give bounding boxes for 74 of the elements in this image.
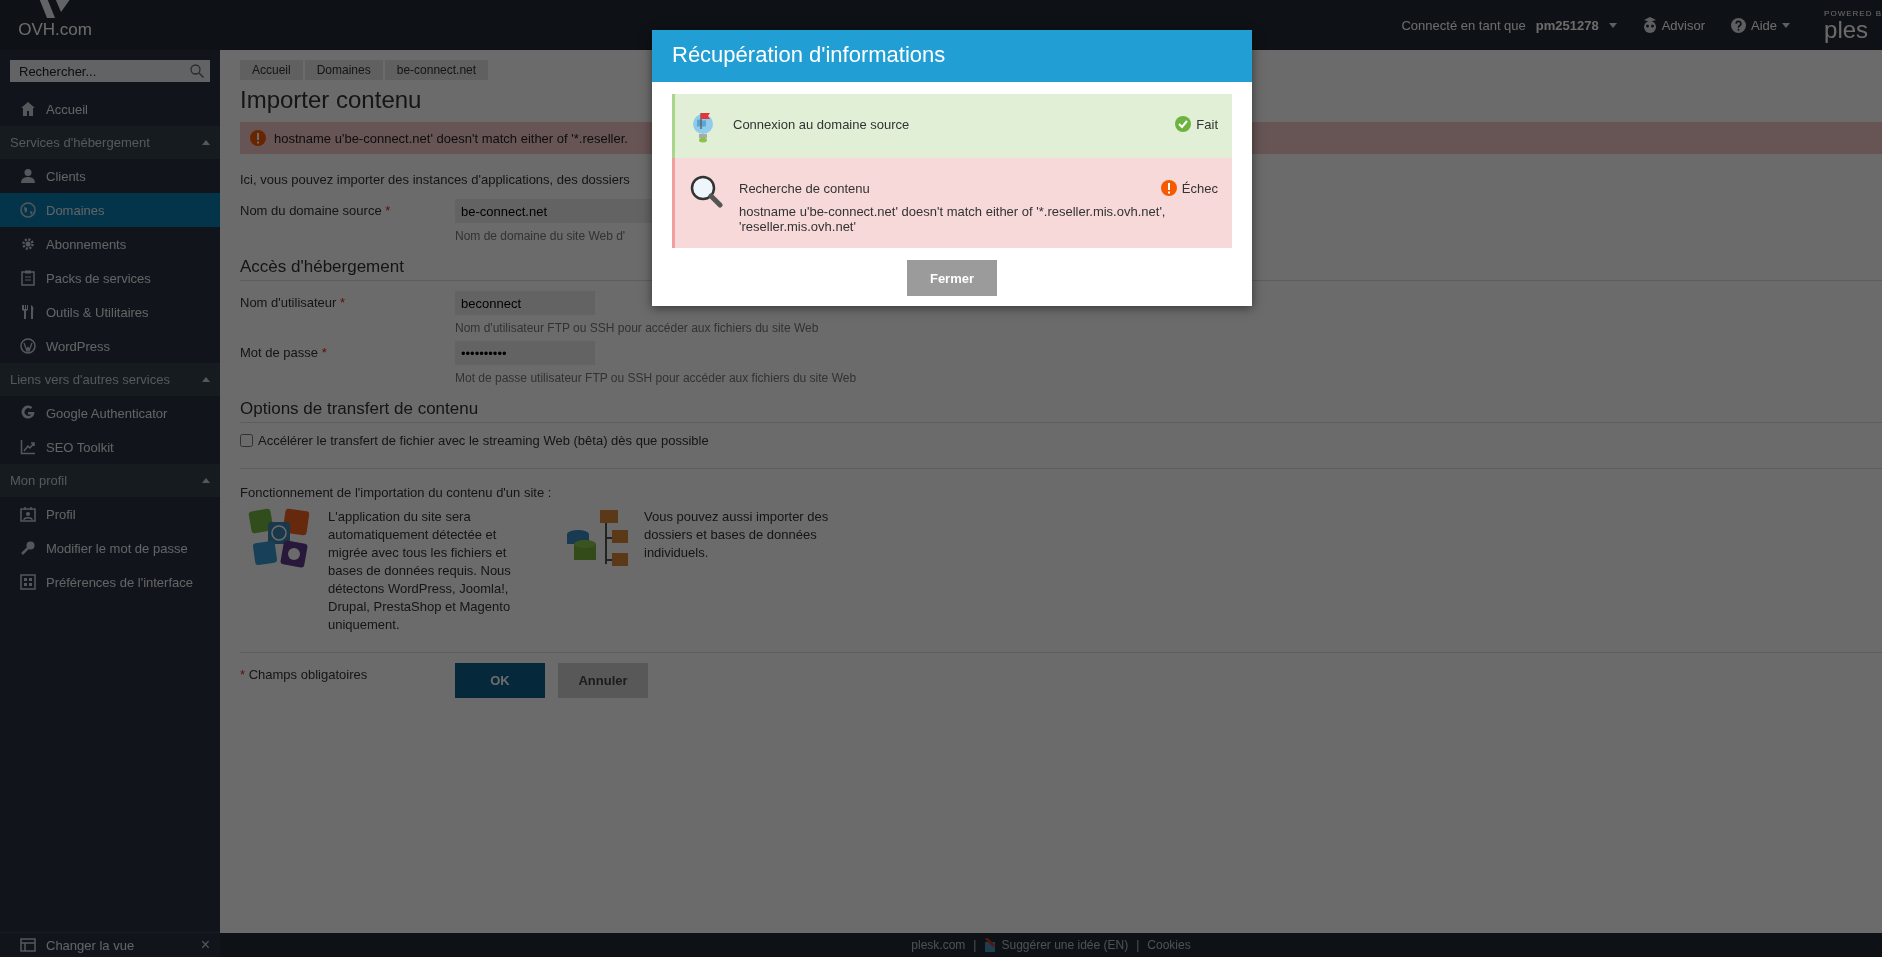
password-field[interactable]: •••••••••• (455, 341, 595, 365)
owl-icon (1642, 17, 1657, 33)
sidebar-item[interactable]: Domaines (0, 193, 220, 227)
field-hint: Nom d'utilisateur FTP ou SSH pour accéder aux fichiers du site Web (455, 321, 819, 335)
breadcrumb-link[interactable]: Accueil (240, 60, 303, 80)
ok-button[interactable]: OK (455, 663, 545, 698)
warning-icon (1160, 180, 1177, 196)
field-label: Nom d'utilisateur * (240, 294, 347, 310)
description-text: Vous pouvez aussi importer des dossiers et bases de données individuels. (644, 508, 830, 562)
wordpress-icon (20, 338, 36, 354)
breadcrumb-link[interactable]: be-connect.net (384, 60, 489, 80)
field-label: Nom du domaine source * (240, 202, 392, 218)
user-menu[interactable]: pm251278 (1535, 17, 1599, 33)
close-button[interactable]: × (200, 936, 210, 954)
status-text: Échec (1181, 180, 1218, 196)
user-label: Connecté en tant que (1401, 17, 1526, 33)
field-label: Mot de passe * (240, 344, 328, 360)
footer-link[interactable]: plesk.com (911, 938, 966, 952)
required-note: * Champs obligatoires (240, 666, 369, 682)
chart-icon (20, 439, 36, 455)
separator: | (973, 938, 977, 952)
gear-icon (20, 236, 36, 252)
close-button[interactable]: Fermer (907, 260, 997, 296)
warning-icon (250, 130, 266, 146)
tools-icon (20, 304, 36, 320)
dialog-title: Récupération d'informations (652, 30, 1252, 82)
sidebar-item[interactable]: Abonnements (0, 227, 220, 261)
change-view-bar[interactable]: Changer la vue × (0, 932, 220, 957)
section-label: Fonctionnement de l'importation du contenu d'un site : (240, 485, 553, 500)
help-icon (1731, 17, 1747, 33)
sidebar-item[interactable]: Préférences de l'interface (0, 565, 220, 599)
step-title: Recherche de contenu (739, 180, 870, 196)
sidebar-item[interactable]: Packs de services (0, 261, 220, 295)
powered-by-text: POWERED B (1824, 8, 1882, 18)
brand-logo: ples (1824, 17, 1869, 42)
sidebar-item[interactable]: Accueil (0, 92, 220, 126)
user-icon (20, 168, 36, 184)
clipboard-icon (20, 270, 36, 286)
advisor-link[interactable]: Advisor (1642, 17, 1706, 33)
layout-icon (20, 938, 36, 952)
search-field[interactable]: Rechercher... (10, 60, 210, 82)
sidebar-item[interactable]: Profil (0, 497, 220, 531)
footer-link[interactable]: Cookies (1147, 938, 1191, 952)
footer-link[interactable]: Suggérer une idée (EN) (1001, 938, 1129, 952)
username-field[interactable]: beconnect (455, 291, 595, 315)
caret-icon (1782, 22, 1791, 28)
check-icon (1175, 116, 1192, 132)
google-icon (20, 405, 36, 421)
help-menu[interactable]: Aide (1731, 17, 1791, 33)
description-text: L'application du site sera automatiquement détectée et migrée avec tous les fichiers et bases de données requis. Nous détectons WordPress, Joomla!, Drupal, PrestaShop et Magento uniquement. (328, 508, 512, 634)
sidebar-item[interactable]: Google Authenticator (0, 396, 220, 430)
key-icon (20, 540, 36, 556)
sidebar-item[interactable]: Clients (0, 159, 220, 193)
pencil-note-icon (984, 938, 997, 952)
page-title: Importer contenu (240, 86, 423, 114)
id-card-icon (20, 506, 36, 522)
checkbox-label: Accélérer le transfert de fichier avec le streaming Web (bêta) dès que possible (258, 433, 709, 448)
cancel-button[interactable]: Annuler (558, 663, 648, 698)
caret-icon (1608, 22, 1617, 28)
cms-logos-drawing (248, 508, 312, 570)
sidebar-item[interactable]: Outils & Utilitaires (0, 295, 220, 329)
section-heading: Options de transfert de contenu (240, 399, 1882, 423)
sidebar-item[interactable]: WordPress (0, 329, 220, 363)
grid-icon (20, 574, 36, 590)
separator: | (1136, 938, 1140, 952)
magnifier-icon (689, 174, 723, 208)
globe-icon (20, 202, 36, 218)
sidebar-item[interactable]: Modifier le mot de passe (0, 531, 220, 565)
sidebar-item[interactable]: SEO Toolkit (0, 430, 220, 464)
home-icon (20, 101, 36, 117)
checkbox[interactable] (240, 434, 253, 447)
search-icon (190, 64, 204, 78)
breadcrumb-link[interactable]: Domaines (304, 60, 383, 80)
logo-text: OVH.com (18, 20, 92, 40)
